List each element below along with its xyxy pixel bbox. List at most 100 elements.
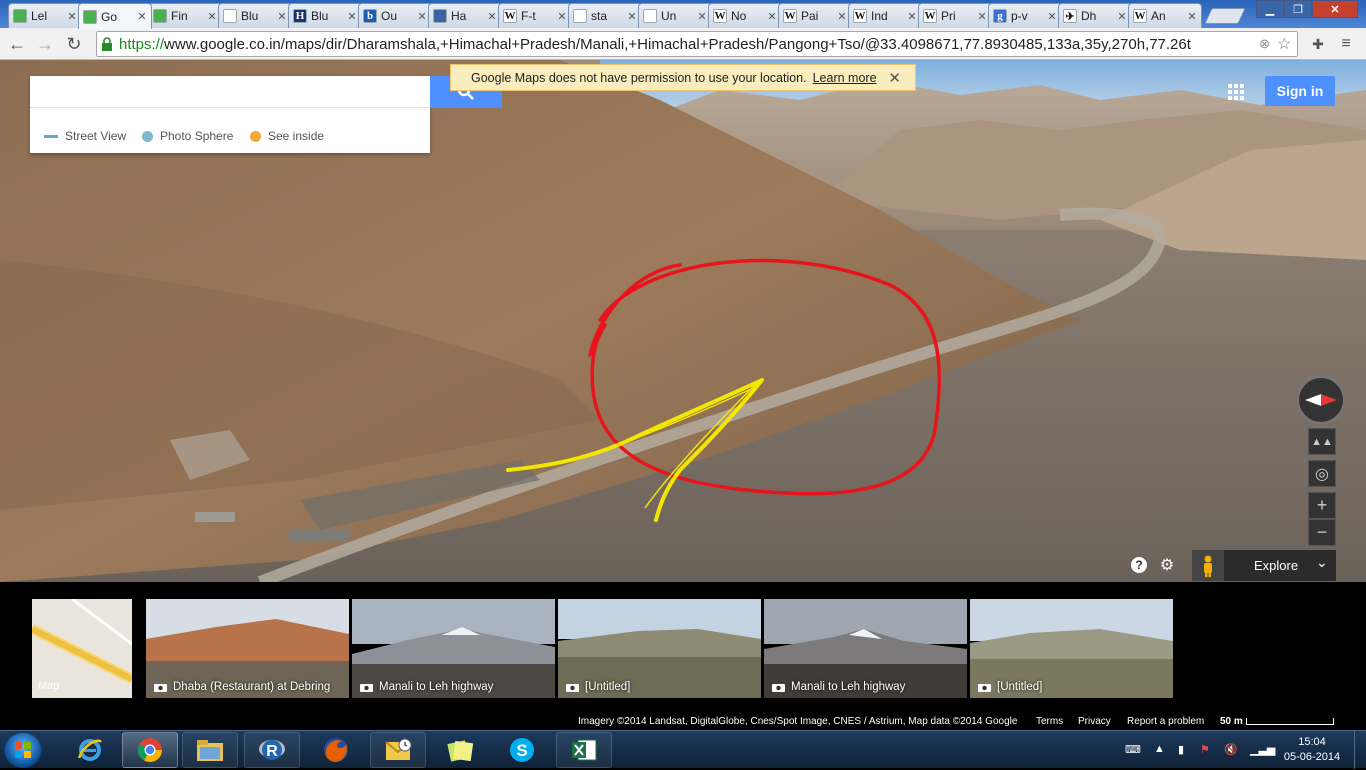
browser-tab[interactable]: W F-t ✕ bbox=[498, 3, 572, 28]
close-window-button[interactable]: ✕ bbox=[1312, 0, 1358, 18]
search-input[interactable] bbox=[30, 76, 430, 108]
close-tab-icon[interactable]: ✕ bbox=[557, 10, 567, 23]
explore-bar[interactable]: Explore ⌄ bbox=[1192, 550, 1336, 581]
browser-tab[interactable]: Ha ✕ bbox=[428, 3, 502, 28]
report-problem-link[interactable]: Report a problem bbox=[1127, 716, 1204, 727]
close-tab-icon[interactable]: ✕ bbox=[487, 10, 497, 23]
gear-icon[interactable]: ⚙ bbox=[1158, 556, 1176, 574]
close-tab-icon[interactable]: ✕ bbox=[627, 10, 637, 23]
close-tab-icon[interactable]: ✕ bbox=[1187, 10, 1197, 23]
windows-start-icon[interactable] bbox=[4, 732, 42, 768]
browser-tab[interactable]: Fin ✕ bbox=[148, 3, 222, 28]
photo-thumbnail[interactable]: Manali to Leh highway bbox=[352, 599, 555, 698]
privacy-link[interactable]: Privacy bbox=[1078, 716, 1111, 727]
close-tab-icon[interactable]: ✕ bbox=[977, 10, 987, 23]
browser-toolbar: ← → ↻ https://www.google.co.in/maps/dir/… bbox=[0, 28, 1366, 60]
close-tab-icon[interactable]: ✕ bbox=[767, 10, 777, 23]
signal-icon[interactable]: ▁▃▅ bbox=[1250, 743, 1275, 756]
map-thumbnail[interactable]: Map bbox=[32, 599, 132, 698]
camera-icon bbox=[772, 684, 785, 692]
file-explorer-icon[interactable] bbox=[182, 732, 238, 768]
internet-explorer-icon[interactable] bbox=[62, 732, 118, 768]
close-tab-icon[interactable]: ✕ bbox=[697, 10, 707, 23]
compass-control[interactable] bbox=[1297, 376, 1345, 424]
show-desktop-button[interactable] bbox=[1354, 731, 1366, 769]
close-tab-icon[interactable]: ✕ bbox=[907, 10, 917, 23]
close-tab-icon[interactable]: ✕ bbox=[837, 10, 847, 23]
r-project-icon[interactable]: R bbox=[244, 732, 300, 768]
zoom-out-button[interactable]: − bbox=[1308, 519, 1336, 546]
tilt-icon[interactable]: ▲▲ bbox=[1308, 428, 1336, 455]
battery-icon[interactable]: ▮ bbox=[1178, 743, 1184, 756]
photo-thumbnail[interactable]: Dhaba (Restaurant) at Debring bbox=[146, 599, 349, 698]
apps-grid-icon[interactable] bbox=[1228, 84, 1244, 100]
map-3d-view[interactable]: Street View Photo Sphere See inside Goog… bbox=[0, 60, 1366, 582]
close-tab-icon[interactable]: ✕ bbox=[347, 10, 357, 23]
windows-taskbar: R S ⌨ ▲ ▮ ⚑ 🔇 ▁▃▅ 15:04 05-06-2014 bbox=[0, 730, 1366, 769]
menu-icon[interactable]: ≡ bbox=[1334, 32, 1358, 56]
browser-tab[interactable]: W Pri ✕ bbox=[918, 3, 992, 28]
show-hidden-icons-icon[interactable]: ▲ bbox=[1154, 743, 1165, 755]
skype-icon[interactable]: S bbox=[494, 732, 550, 768]
browser-tab[interactable]: Un ✕ bbox=[638, 3, 712, 28]
caption-text: Dhaba (Restaurant) at Debring bbox=[173, 681, 331, 693]
browser-tab[interactable]: W No ✕ bbox=[708, 3, 782, 28]
wikipedia-favicon-icon: W bbox=[853, 9, 867, 23]
back-icon[interactable]: ← bbox=[5, 32, 29, 56]
close-tab-icon[interactable]: ✕ bbox=[417, 10, 427, 23]
browser-tab[interactable]: W Ind ✕ bbox=[848, 3, 922, 28]
close-tab-icon[interactable]: ✕ bbox=[67, 10, 77, 23]
system-clock[interactable]: 15:04 05-06-2014 bbox=[1282, 735, 1342, 765]
volume-muted-icon[interactable]: 🔇 bbox=[1224, 743, 1238, 756]
location-blocked-icon[interactable]: ⊗ bbox=[1259, 36, 1277, 52]
help-icon[interactable]: ? bbox=[1130, 556, 1148, 574]
forward-icon[interactable]: → bbox=[33, 32, 57, 56]
browser-tab[interactable]: sta ✕ bbox=[568, 3, 642, 28]
my-location-icon[interactable]: ◎ bbox=[1308, 460, 1336, 487]
chrome-icon[interactable] bbox=[122, 732, 178, 768]
close-tab-icon[interactable]: ✕ bbox=[207, 10, 217, 23]
tab-title: Lel bbox=[31, 9, 48, 23]
browser-tab[interactable]: H Blu ✕ bbox=[288, 3, 362, 28]
address-bar[interactable]: https://www.google.co.in/maps/dir/Dharam… bbox=[96, 31, 1298, 57]
learn-more-link[interactable]: Learn more bbox=[813, 71, 877, 85]
browser-tab[interactable]: W An ✕ bbox=[1128, 3, 1202, 28]
minimize-button[interactable]: ▁ bbox=[1256, 0, 1284, 18]
chevron-down-icon[interactable]: ⌄ bbox=[1316, 554, 1328, 571]
tab-title: Ou bbox=[381, 9, 398, 23]
sign-in-button[interactable]: Sign in bbox=[1265, 76, 1335, 106]
close-icon[interactable]: ✕ bbox=[888, 69, 901, 87]
outlook-icon[interactable] bbox=[370, 732, 426, 768]
sticky-notes-icon[interactable] bbox=[432, 732, 488, 768]
photo-thumbnail[interactable]: Manali to Leh highway bbox=[764, 599, 967, 698]
legend-see-inside: See inside bbox=[250, 129, 324, 143]
close-tab-icon[interactable]: ✕ bbox=[1047, 10, 1057, 23]
browser-tab[interactable]: b Ou ✕ bbox=[358, 3, 432, 28]
firefox-icon[interactable] bbox=[308, 732, 364, 768]
zoom-in-button[interactable]: + bbox=[1308, 492, 1336, 519]
photo-thumbnail[interactable]: [Untitled] bbox=[558, 599, 761, 698]
excel-icon[interactable] bbox=[556, 732, 612, 768]
bookmark-star-icon[interactable]: ☆ bbox=[1277, 34, 1297, 54]
browser-tab[interactable]: g p-v ✕ bbox=[988, 3, 1062, 28]
close-tab-icon[interactable]: ✕ bbox=[1117, 10, 1127, 23]
keyboard-icon[interactable]: ⌨ bbox=[1125, 743, 1141, 756]
pegman-icon[interactable] bbox=[1192, 550, 1224, 581]
browser-tab[interactable]: Lel ✕ bbox=[8, 3, 82, 28]
google-maps-favicon-icon bbox=[153, 9, 167, 23]
browser-tab[interactable]: Blu ✕ bbox=[218, 3, 292, 28]
network-warning-icon[interactable]: ⚑ bbox=[1200, 743, 1210, 756]
browser-tab[interactable]: W Pai ✕ bbox=[778, 3, 852, 28]
browser-tab[interactable]: ✈ Dh ✕ bbox=[1058, 3, 1132, 28]
photo-thumbnail[interactable]: [Untitled] bbox=[970, 599, 1173, 698]
close-tab-icon[interactable]: ✕ bbox=[277, 10, 287, 23]
reload-icon[interactable]: ↻ bbox=[62, 32, 86, 56]
close-tab-icon[interactable]: ✕ bbox=[137, 10, 147, 23]
extension-icon[interactable]: ✚ bbox=[1306, 32, 1330, 56]
terms-link[interactable]: Terms bbox=[1036, 716, 1063, 727]
legend-street-view: Street View bbox=[44, 129, 126, 143]
wikipedia-favicon-icon: W bbox=[713, 9, 727, 23]
browser-tab[interactable]: Go ✕ bbox=[78, 3, 152, 29]
legend-label: Street View bbox=[65, 129, 127, 143]
maximize-button[interactable]: ❐ bbox=[1284, 0, 1312, 18]
